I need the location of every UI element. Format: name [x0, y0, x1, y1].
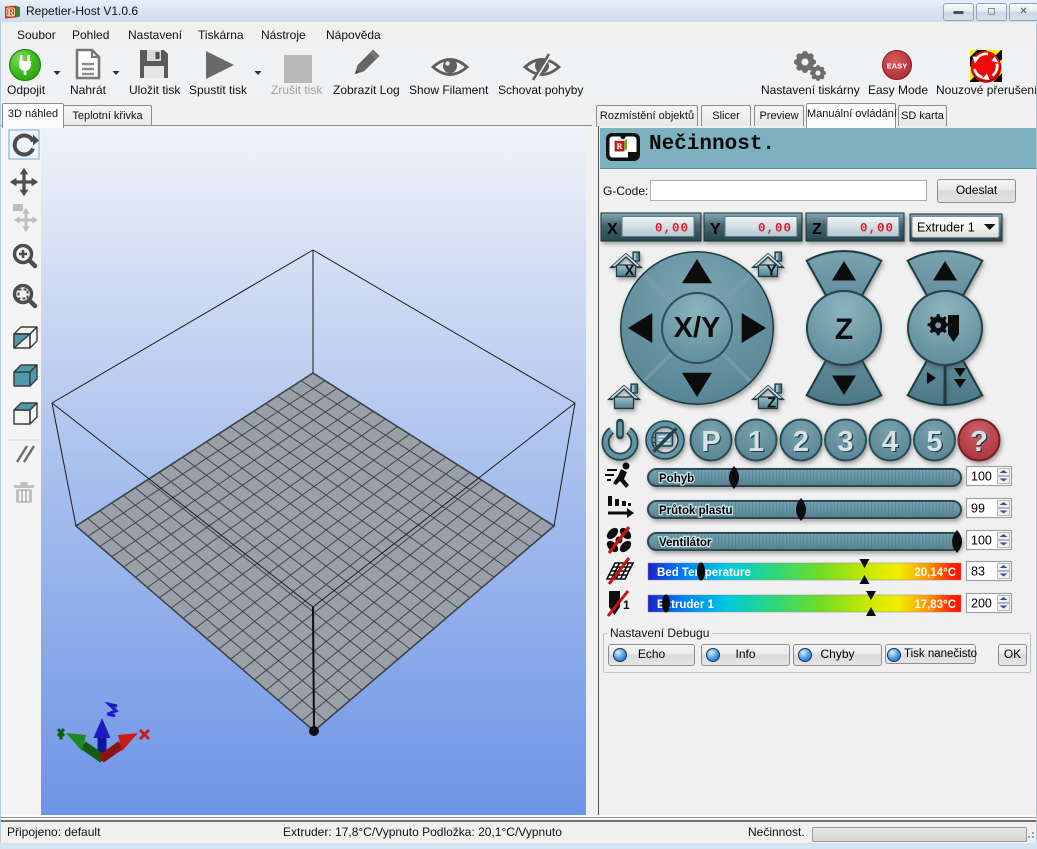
- svg-text:0,00: 0,00: [758, 222, 792, 236]
- svg-text:EASY: EASY: [887, 62, 907, 71]
- svg-text:P: P: [701, 426, 720, 458]
- svg-text:Y: Y: [767, 264, 777, 280]
- svg-text:Extruder 1: Extruder 1: [917, 221, 975, 235]
- svg-text:Y: Y: [710, 221, 721, 238]
- svg-text:R: R: [7, 8, 14, 18]
- svg-text:3: 3: [837, 426, 853, 458]
- svg-text:Z: Z: [812, 221, 822, 238]
- svg-text:20,14°C: 20,14°C: [914, 567, 956, 579]
- svg-text:99: 99: [971, 502, 985, 516]
- svg-text:0,00: 0,00: [860, 222, 894, 236]
- svg-text:Průtok plastu: Průtok plastu: [659, 505, 732, 517]
- svg-text:1: 1: [623, 598, 630, 612]
- svg-text:4: 4: [882, 426, 898, 458]
- svg-text:17,83°C: 17,83°C: [914, 599, 956, 611]
- svg-text:100: 100: [971, 534, 992, 548]
- svg-text:Z: Z: [767, 396, 776, 412]
- svg-text:100: 100: [971, 470, 992, 484]
- svg-text:?: ?: [970, 426, 988, 458]
- svg-text:200: 200: [971, 597, 992, 611]
- svg-text:2: 2: [793, 426, 809, 458]
- svg-text:Z: Z: [835, 313, 853, 346]
- svg-text:X: X: [625, 264, 635, 280]
- svg-text:Ventilátor: Ventilátor: [659, 537, 712, 549]
- svg-text:83: 83: [971, 565, 985, 579]
- svg-text:X: X: [607, 221, 618, 238]
- svg-text:5: 5: [926, 426, 942, 458]
- svg-text:1: 1: [748, 426, 764, 458]
- svg-text:R: R: [617, 142, 623, 151]
- svg-text:0,00: 0,00: [655, 222, 689, 236]
- svg-text:Pohyb: Pohyb: [659, 473, 694, 485]
- svg-text:X/Y: X/Y: [674, 312, 721, 344]
